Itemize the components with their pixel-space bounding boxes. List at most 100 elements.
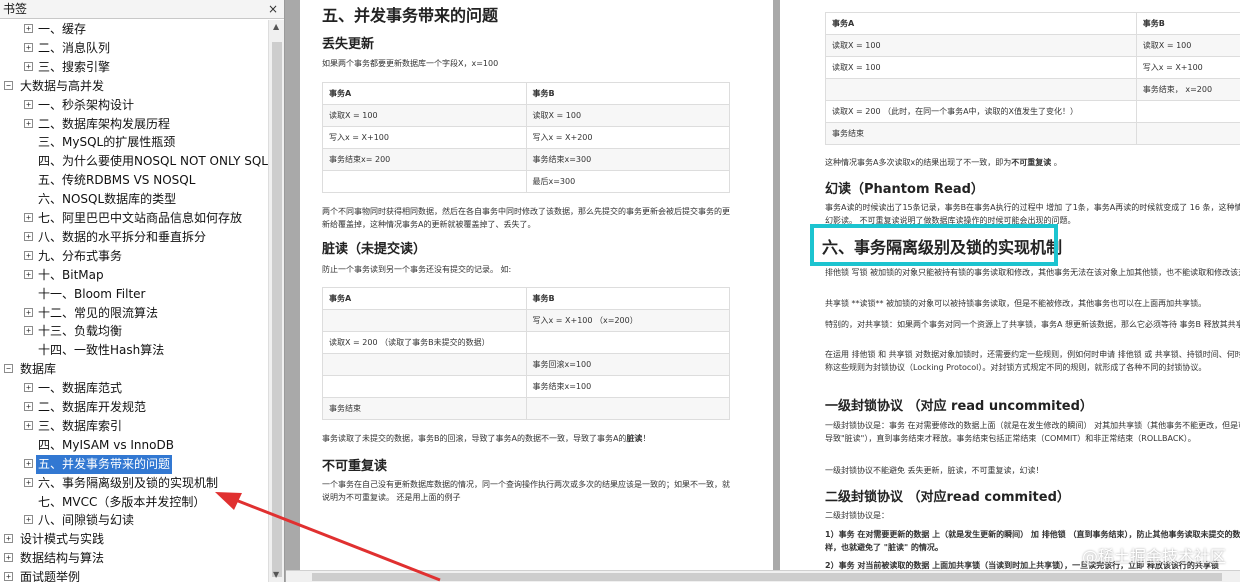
bookmark-item[interactable]: 五、传统RDBMS VS NOSQL <box>0 171 268 190</box>
bookmark-item[interactable]: − 数据库 <box>0 360 268 379</box>
expand-icon[interactable]: + <box>24 477 33 487</box>
nonrepeatable-table: 事务A 事务B 读取X = 100 读取X = 100 读取X = 100 写入x = X… <box>825 12 1240 145</box>
bookmark-item[interactable]: + 三、数据库索引 <box>0 417 268 436</box>
expand-icon[interactable]: + <box>24 515 33 525</box>
expand-icon[interactable]: + <box>24 231 33 241</box>
bookmark-label: 八、数据的水平拆分和垂直拆分 <box>38 229 207 244</box>
bookmark-item[interactable]: + 设计模式与实践 <box>0 530 268 549</box>
bookmark-item[interactable]: 十四、一致性Hash算法 <box>0 341 268 360</box>
bookmark-label: 一、秒杀架构设计 <box>38 97 135 112</box>
table-cell: 事务A <box>322 82 527 105</box>
table-cell: 事务B <box>1135 12 1240 35</box>
expand-icon[interactable]: + <box>24 307 33 317</box>
expand-icon[interactable]: + <box>24 420 33 430</box>
bookmark-item[interactable]: + 十三、负载均衡 <box>0 322 268 341</box>
bookmark-item[interactable]: + 二、消息队列 <box>0 39 268 58</box>
bookmark-item[interactable]: + 十、BitMap <box>0 266 268 285</box>
bookmark-item[interactable]: 七、MVCC（多版本并发控制） <box>0 493 268 512</box>
table-cell <box>322 375 527 398</box>
bookmark-label: 一、数据库范式 <box>38 381 123 396</box>
table-cell <box>525 331 730 354</box>
expand-icon[interactable]: + <box>24 213 33 222</box>
bookmark-label: 十、BitMap <box>38 267 104 282</box>
paragraph: 两个不同事物同时获得相同数据，然后在各自事务中同时修改了该数据，那么先提交的事务… <box>322 207 730 229</box>
table-cell: 写入x = X+100 （x=200） <box>525 309 730 332</box>
table-cell: 读取X = 100 <box>322 104 527 127</box>
bookmark-item[interactable]: + 三、搜索引擎 <box>0 58 268 77</box>
paragraph: 共享锁 **读锁** 被加锁的对象可以被持锁事务读取，但是不能被修改，其他事务也… <box>825 299 1207 308</box>
bookmark-item[interactable]: + 一、秒杀架构设计 <box>0 96 268 115</box>
bookmark-scrollbar[interactable]: ▲ ▼ <box>268 20 284 582</box>
bookmark-item[interactable]: + 九、分布式事务 <box>0 247 268 266</box>
bookmark-item[interactable]: 六、NOSQL数据库的类型 <box>0 190 268 209</box>
table-row: 事务A 事务B <box>322 287 730 310</box>
bookmark-label: 二、数据库开发规范 <box>38 400 147 414</box>
expand-icon[interactable]: + <box>24 383 33 393</box>
expand-icon[interactable]: + <box>24 326 33 336</box>
table-cell <box>322 353 527 376</box>
highlight-box <box>810 224 1058 266</box>
text: ！ <box>642 434 651 443</box>
table-row: 读取X = 200 （读取了事务B未提交的数据） <box>322 331 730 354</box>
table-cell: 事务回滚x=100 <box>525 353 730 376</box>
close-icon[interactable]: × <box>268 0 278 19</box>
scrollbar-thumb[interactable] <box>312 573 1222 581</box>
bookmark-item[interactable]: + 六、事务隔离级别及锁的实现机制 <box>0 474 268 493</box>
bold-text: 脏读 <box>626 434 643 443</box>
expand-icon[interactable]: + <box>24 61 33 71</box>
scroll-up-icon[interactable]: ▲ <box>273 22 279 31</box>
expand-icon[interactable]: + <box>24 99 33 109</box>
scroll-down-icon[interactable]: ▼ <box>273 570 279 579</box>
bookmark-item[interactable]: + 一、缓存 <box>0 20 268 39</box>
bookmark-item[interactable]: + 八、间隙锁与幻读 <box>0 511 268 530</box>
bookmark-item[interactable]: + 数据结构与算法 <box>0 549 268 568</box>
paragraph: 特别的，对共享锁：如果两个事务对同一个资源上了共享锁，事务A 想更新该数据，那么… <box>825 320 1240 329</box>
expand-icon[interactable]: + <box>24 250 33 260</box>
bookmark-item[interactable]: 四、为什么要使用NOSQL NOT ONLY SQL <box>0 152 268 171</box>
nonrepeatable-heading: 不可重复读 <box>322 459 388 474</box>
bookmark-item[interactable]: + 面试题举例 <box>0 568 268 582</box>
bookmark-label: 二、消息队列 <box>38 40 111 55</box>
expand-icon[interactable]: + <box>24 118 33 128</box>
table-cell: 事务结束x= 200 <box>322 148 527 171</box>
expand-icon[interactable]: + <box>4 572 13 582</box>
expand-icon[interactable]: + <box>4 553 13 563</box>
pdf-page-2: 事务A 事务B 读取X = 100 读取X = 100 读取X = 100 写入x = X… <box>780 0 1240 582</box>
expand-icon[interactable]: + <box>24 269 33 279</box>
bookmark-item[interactable]: − 大数据与高并发 <box>0 77 268 96</box>
bookmark-label: 面试题举例 <box>20 570 81 582</box>
expand-icon[interactable]: + <box>24 402 33 411</box>
table-cell: 事务B <box>525 287 730 310</box>
bookmark-item[interactable]: + 八、数据的水平拆分和垂直拆分 <box>0 228 268 247</box>
scrollbar-thumb[interactable] <box>272 42 282 577</box>
table-cell <box>825 78 1137 101</box>
paragraph: 一级封锁协议不能避免 丢失更新，脏读，不可重复读，幻读！ <box>825 466 1044 475</box>
bookmark-panel: 书签 × + 一、缓存 + 二、消息队列 + 三、搜索引擎 − 大数据与高并发 + 一、秒杀架构设… <box>0 0 285 582</box>
bookmark-tree: + 一、缓存 + 二、消息队列 + 三、搜索引擎 − 大数据与高并发 + 一、秒杀架构设计 + 二、数… <box>0 20 268 582</box>
expand-icon[interactable]: + <box>24 24 33 33</box>
expand-icon[interactable]: + <box>24 42 33 52</box>
horizontal-scrollbar[interactable] <box>286 570 1240 582</box>
bookmark-item[interactable]: + 七、阿里巴巴中文站商品信息如何存放 <box>0 209 268 228</box>
table-row: 最后x=300 <box>322 170 730 193</box>
bookmark-item[interactable]: 四、MyISAM vs InnoDB <box>0 436 268 455</box>
bookmark-label: 九、分布式事务 <box>38 248 123 263</box>
expand-icon[interactable]: + <box>4 534 13 544</box>
bookmark-item[interactable]: + 十二、常见的限流算法 <box>0 304 268 323</box>
bookmark-item[interactable]: + 二、数据库架构发展历程 <box>0 115 268 134</box>
bookmark-item[interactable]: + 二、数据库开发规范 <box>0 398 268 417</box>
bookmark-item[interactable]: 三、MySQL的扩展性瓶颈 <box>0 133 268 152</box>
bookmark-item[interactable]: 十一、Bloom Filter <box>0 285 268 304</box>
collapse-icon[interactable]: − <box>4 80 13 90</box>
bookmark-label: 七、阿里巴巴中文站商品信息如何存放 <box>38 211 243 225</box>
bookmark-item[interactable]: + 五、并发事务带来的问题 <box>0 454 268 474</box>
bookmark-label: 十三、负载均衡 <box>38 324 123 339</box>
table-row: 事务结束x= 200 事务结束x=300 <box>322 148 730 171</box>
bookmark-label: 数据库 <box>20 362 57 377</box>
table-row: 读取X = 200 （此时，在同一个事务A中，读取的X值发生了变化！） <box>825 100 1240 123</box>
expand-icon[interactable]: + <box>24 458 33 468</box>
bookmark-item[interactable]: + 一、数据库范式 <box>0 379 268 398</box>
table-row: 写入x = X+100 （x=200） <box>322 309 730 332</box>
table-cell <box>322 309 527 332</box>
collapse-icon[interactable]: − <box>4 364 13 374</box>
